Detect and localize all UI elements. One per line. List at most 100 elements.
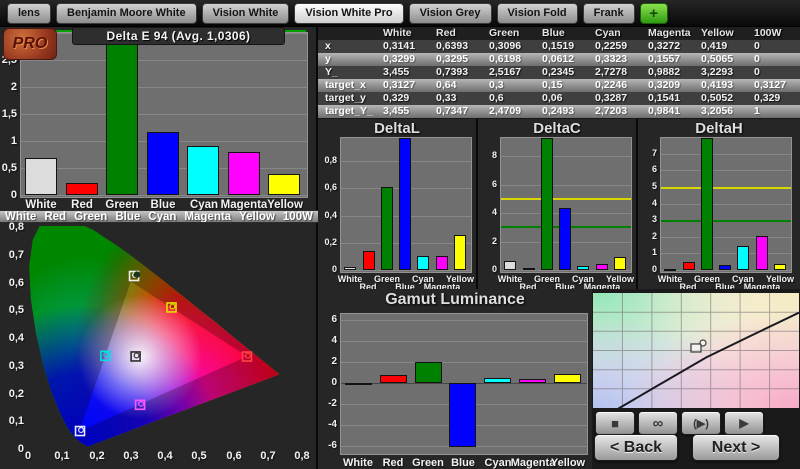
gridline <box>21 114 307 115</box>
loop-button[interactable]: ∞ <box>638 411 678 435</box>
table-cell: 0,2345 <box>535 66 588 79</box>
delta-h-x-axis: WhiteRedGreenBlueCyanMagentaYellow <box>660 274 792 290</box>
tab-lens[interactable]: lens <box>7 3 51 24</box>
x-category-label: Magenta <box>511 457 556 469</box>
bar-white <box>25 158 57 195</box>
y-tick-label: 8 <box>492 150 497 160</box>
table-cell: 0,06 <box>535 92 588 105</box>
tab-vision-white-pro[interactable]: Vision White Pro <box>294 3 403 24</box>
table-column-header: White <box>376 27 429 40</box>
table-cell: 2,7278 <box>588 66 641 79</box>
gridline <box>341 270 471 271</box>
gridline <box>661 270 791 271</box>
tab-vision-white[interactable]: Vision White <box>202 3 290 24</box>
add-tab-button[interactable]: + <box>640 3 668 24</box>
cie-y-tick: 0,1 <box>9 415 24 427</box>
delta-l-y-axis: 00,20,40,60,8 <box>318 137 339 273</box>
bar-cyan <box>484 378 511 383</box>
table-corner-cell <box>318 27 376 40</box>
table-row-label: target_y <box>318 92 376 105</box>
table-cell: 0,3127 <box>376 79 429 92</box>
play-button[interactable]: ▶ <box>724 411 764 435</box>
bar-cyan <box>577 266 589 270</box>
cie-x-tick: 0,6 <box>226 450 241 462</box>
gridline <box>501 185 631 186</box>
bar-green <box>415 362 442 383</box>
delta-c-chart: DeltaC 02468 WhiteRedGreenBlueCyanMagent… <box>478 119 638 289</box>
cie-x-tick: 0,3 <box>123 450 138 462</box>
gridline <box>341 320 587 321</box>
selector-item-red[interactable]: Red <box>44 211 66 223</box>
cie-y-tick: 0 <box>18 443 24 455</box>
x-category-label: Yellow <box>606 274 634 284</box>
tab-benjamin-moore-white[interactable]: Benjamin Moore White <box>56 3 197 24</box>
table-cell: 0,64 <box>429 79 482 92</box>
table-row: x0,31410,63930,30960,15190,22590,32720,4… <box>318 40 800 53</box>
selector-item-green[interactable]: Green <box>74 211 107 223</box>
table-cell: 0,2259 <box>588 40 641 53</box>
selector-item-blue[interactable]: Blue <box>115 211 140 223</box>
table-cell: 3,2056 <box>694 105 747 118</box>
gamut-luminance-x-axis: WhiteRedGreenBlueCyanMagentaYellow <box>340 457 588 469</box>
table-column-header: Magenta <box>641 27 694 40</box>
bar-magenta <box>596 264 608 270</box>
table-column-header: Blue <box>535 27 588 40</box>
cie-diagram: 00,10,20,30,40,50,60,70,8 00,10,20,30,40… <box>0 223 318 469</box>
bar-magenta <box>519 379 546 383</box>
table-cell: 0,5065 <box>694 53 747 66</box>
delta-c-y-axis: 02468 <box>478 137 499 273</box>
x-category-label: Green <box>412 457 444 469</box>
table-cell: 0,6393 <box>429 40 482 53</box>
tab-frank[interactable]: Frank <box>583 3 635 24</box>
y-tick-label: 4 <box>652 198 657 208</box>
table-cell: 0,3272 <box>641 40 694 53</box>
tab-vision-fold[interactable]: Vision Fold <box>497 3 578 24</box>
y-tick-label: 6 <box>652 164 657 174</box>
cie-y-tick: 0,7 <box>9 249 24 261</box>
back-button[interactable]: < Back <box>594 434 678 461</box>
table-cell: 0,1519 <box>535 40 588 53</box>
gridline <box>661 253 791 254</box>
play-icon: ▶ <box>739 416 748 430</box>
wp-marker-square <box>691 344 701 352</box>
bar-white <box>345 383 372 385</box>
gridline <box>661 237 791 238</box>
bar-magenta <box>228 152 260 195</box>
bar-blue <box>719 265 731 270</box>
y-tick-label: 0,8 <box>324 155 337 165</box>
tab-vision-grey[interactable]: Vision Grey <box>409 3 492 24</box>
table-cell: 0,7393 <box>429 66 482 79</box>
table-cell: 0,6198 <box>482 53 535 66</box>
x-category-label: Yellow <box>551 457 585 469</box>
bar-cyan <box>187 146 219 195</box>
table-cell: 0,1557 <box>641 53 694 66</box>
play-once-button[interactable]: (▶) <box>681 411 721 435</box>
bar-magenta <box>756 236 768 270</box>
green-measured <box>134 271 140 277</box>
table-cell: 0,3323 <box>588 53 641 66</box>
bar-white <box>664 269 676 271</box>
selector-item-100w[interactable]: 100W <box>283 211 313 223</box>
gridline <box>341 341 587 342</box>
y-tick-label: 0,2 <box>324 237 337 247</box>
selector-item-yellow[interactable]: Yellow <box>239 211 275 223</box>
table-cell: 0,3141 <box>376 40 429 53</box>
y-tick-label: 0,6 <box>324 182 337 192</box>
gamut-luminance-y-axis: 6420-2-4-6 <box>318 313 339 455</box>
delta-l-x-axis: WhiteRedGreenBlueCyanMagentaYellow <box>340 274 472 290</box>
table-row: target_y0,3290,330,60,060,32870,15410,50… <box>318 92 800 105</box>
gridline <box>21 195 307 196</box>
plus-icon: + <box>649 5 658 22</box>
cie-y-tick: 0,4 <box>9 332 24 344</box>
tab-list: lensBenjamin Moore WhiteVision WhiteVisi… <box>7 3 635 24</box>
x-category-label: Cyan <box>485 457 512 469</box>
delta-h-title: DeltaH <box>638 120 800 137</box>
selector-item-cyan[interactable]: Cyan <box>148 211 176 223</box>
next-button[interactable]: Next > <box>692 434 780 461</box>
table-cell: 0,3209 <box>641 79 694 92</box>
delta-h-chart: DeltaH 01234567 WhiteRedGreenBlueCyanMag… <box>638 119 800 289</box>
selector-item-magenta[interactable]: Magenta <box>184 211 231 223</box>
cie-x-tick: 0,1 <box>54 450 69 462</box>
bar-blue <box>399 138 411 270</box>
stop-button[interactable]: ■ <box>595 411 635 435</box>
